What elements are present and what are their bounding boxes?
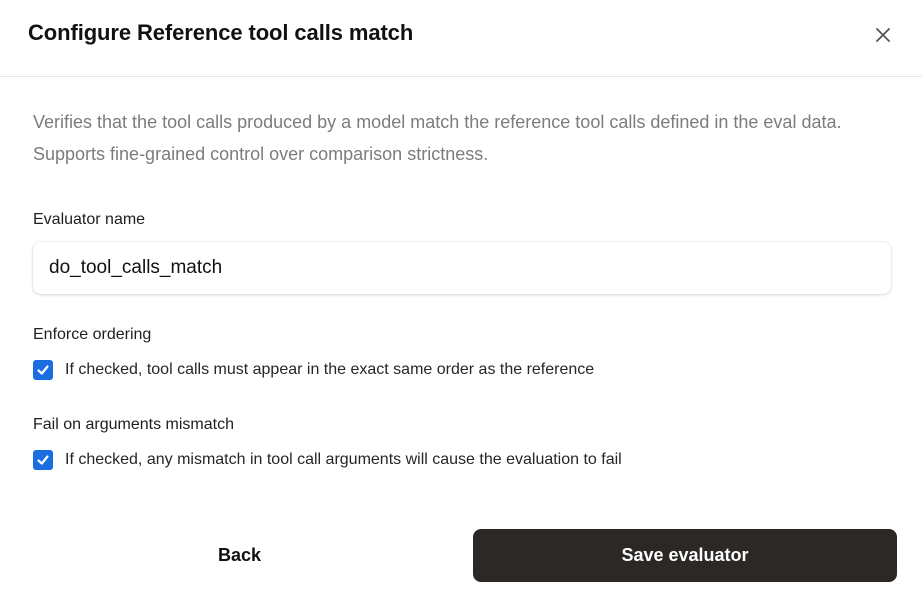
dialog-description: Verifies that the tool calls produced by… [33,112,842,164]
dialog-header: Configure Reference tool calls match [0,0,922,77]
enforce-ordering-checkbox[interactable] [33,360,53,380]
fail-on-arguments-mismatch-row: If checked, any mismatch in tool call ar… [33,450,622,470]
checkmark-icon [37,455,49,465]
close-button[interactable] [872,24,894,46]
enforce-ordering-row: If checked, tool calls must appear in th… [33,360,594,380]
fail-on-arguments-mismatch-checkbox-label: If checked, any mismatch in tool call ar… [65,451,622,468]
enforce-ordering-checkbox-label: If checked, tool calls must appear in th… [65,361,595,378]
evaluator-name-label: Evaluator name [33,211,146,228]
enforce-ordering-label: Enforce ordering [33,326,152,343]
save-evaluator-button[interactable]: Save evaluator [473,529,897,582]
dialog-title: Configure Reference tool calls match [28,20,414,45]
evaluator-name-input[interactable] [33,242,891,294]
configure-evaluator-dialog: Configure Reference tool calls match Ver… [0,0,922,604]
fail-on-arguments-mismatch-label: Fail on arguments mismatch [33,416,234,433]
back-button[interactable]: Back [23,529,456,581]
fail-on-arguments-mismatch-checkbox[interactable] [33,450,53,470]
close-icon [876,28,890,42]
checkmark-icon [37,365,49,375]
